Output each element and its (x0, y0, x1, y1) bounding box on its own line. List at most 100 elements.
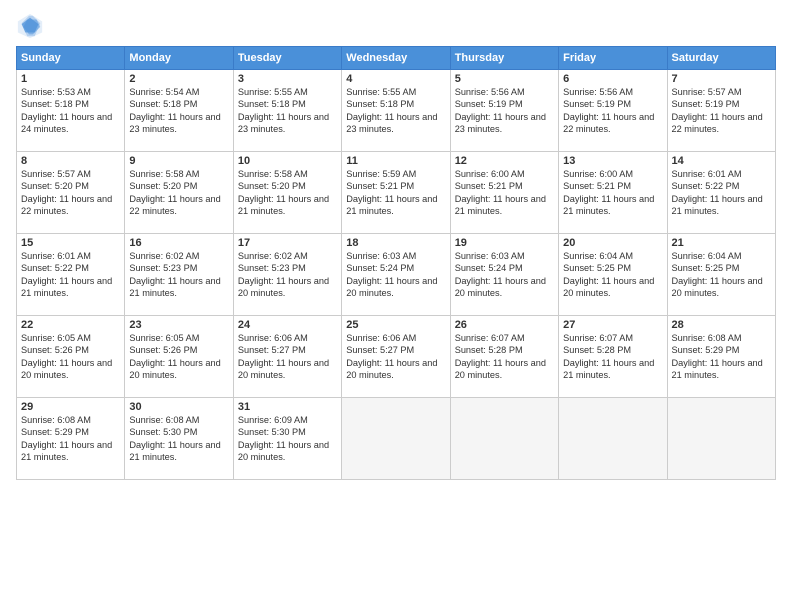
day-number: 7 (672, 73, 771, 85)
day-info: Sunrise: 6:08 AMSunset: 5:30 PMDaylight:… (129, 414, 228, 464)
day-info: Sunrise: 6:07 AMSunset: 5:28 PMDaylight:… (563, 332, 662, 382)
day-cell: 18 Sunrise: 6:03 AMSunset: 5:24 PMDaylig… (342, 234, 450, 316)
logo (16, 12, 48, 40)
day-info: Sunrise: 6:06 AMSunset: 5:27 PMDaylight:… (346, 332, 445, 382)
day-cell: 28 Sunrise: 6:08 AMSunset: 5:29 PMDaylig… (667, 316, 775, 398)
day-number: 2 (129, 73, 228, 85)
day-number: 18 (346, 237, 445, 249)
day-cell: 12 Sunrise: 6:00 AMSunset: 5:21 PMDaylig… (450, 152, 558, 234)
day-info: Sunrise: 5:56 AMSunset: 5:19 PMDaylight:… (455, 86, 554, 136)
day-cell: 14 Sunrise: 6:01 AMSunset: 5:22 PMDaylig… (667, 152, 775, 234)
day-info: Sunrise: 5:53 AMSunset: 5:18 PMDaylight:… (21, 86, 120, 136)
day-cell: 25 Sunrise: 6:06 AMSunset: 5:27 PMDaylig… (342, 316, 450, 398)
day-info: Sunrise: 5:55 AMSunset: 5:18 PMDaylight:… (238, 86, 337, 136)
day-cell: 17 Sunrise: 6:02 AMSunset: 5:23 PMDaylig… (233, 234, 341, 316)
day-cell: 27 Sunrise: 6:07 AMSunset: 5:28 PMDaylig… (559, 316, 667, 398)
day-cell: 3 Sunrise: 5:55 AMSunset: 5:18 PMDayligh… (233, 70, 341, 152)
day-cell: 26 Sunrise: 6:07 AMSunset: 5:28 PMDaylig… (450, 316, 558, 398)
day-info: Sunrise: 6:00 AMSunset: 5:21 PMDaylight:… (455, 168, 554, 218)
day-number: 28 (672, 319, 771, 331)
col-header-sunday: Sunday (17, 47, 125, 70)
day-info: Sunrise: 6:05 AMSunset: 5:26 PMDaylight:… (129, 332, 228, 382)
day-number: 29 (21, 401, 120, 413)
header-row: SundayMondayTuesdayWednesdayThursdayFrid… (17, 47, 776, 70)
day-info: Sunrise: 5:55 AMSunset: 5:18 PMDaylight:… (346, 86, 445, 136)
day-cell (450, 398, 558, 480)
day-cell (342, 398, 450, 480)
day-info: Sunrise: 6:05 AMSunset: 5:26 PMDaylight:… (21, 332, 120, 382)
day-number: 21 (672, 237, 771, 249)
col-header-friday: Friday (559, 47, 667, 70)
day-info: Sunrise: 5:58 AMSunset: 5:20 PMDaylight:… (129, 168, 228, 218)
day-info: Sunrise: 6:03 AMSunset: 5:24 PMDaylight:… (455, 250, 554, 300)
day-cell: 19 Sunrise: 6:03 AMSunset: 5:24 PMDaylig… (450, 234, 558, 316)
day-cell: 16 Sunrise: 6:02 AMSunset: 5:23 PMDaylig… (125, 234, 233, 316)
day-info: Sunrise: 6:00 AMSunset: 5:21 PMDaylight:… (563, 168, 662, 218)
day-number: 9 (129, 155, 228, 167)
day-number: 31 (238, 401, 337, 413)
day-cell: 1 Sunrise: 5:53 AMSunset: 5:18 PMDayligh… (17, 70, 125, 152)
day-number: 17 (238, 237, 337, 249)
day-cell: 31 Sunrise: 6:09 AMSunset: 5:30 PMDaylig… (233, 398, 341, 480)
day-info: Sunrise: 6:01 AMSunset: 5:22 PMDaylight:… (672, 168, 771, 218)
day-cell: 8 Sunrise: 5:57 AMSunset: 5:20 PMDayligh… (17, 152, 125, 234)
day-number: 27 (563, 319, 662, 331)
day-number: 23 (129, 319, 228, 331)
day-number: 12 (455, 155, 554, 167)
col-header-tuesday: Tuesday (233, 47, 341, 70)
day-number: 5 (455, 73, 554, 85)
day-info: Sunrise: 5:56 AMSunset: 5:19 PMDaylight:… (563, 86, 662, 136)
day-cell (559, 398, 667, 480)
day-cell: 30 Sunrise: 6:08 AMSunset: 5:30 PMDaylig… (125, 398, 233, 480)
day-cell (667, 398, 775, 480)
day-info: Sunrise: 6:03 AMSunset: 5:24 PMDaylight:… (346, 250, 445, 300)
day-number: 19 (455, 237, 554, 249)
day-number: 24 (238, 319, 337, 331)
day-cell: 29 Sunrise: 6:08 AMSunset: 5:29 PMDaylig… (17, 398, 125, 480)
logo-icon (16, 12, 44, 40)
day-number: 26 (455, 319, 554, 331)
day-cell: 10 Sunrise: 5:58 AMSunset: 5:20 PMDaylig… (233, 152, 341, 234)
day-info: Sunrise: 5:57 AMSunset: 5:19 PMDaylight:… (672, 86, 771, 136)
day-info: Sunrise: 6:02 AMSunset: 5:23 PMDaylight:… (129, 250, 228, 300)
day-number: 16 (129, 237, 228, 249)
day-number: 14 (672, 155, 771, 167)
col-header-monday: Monday (125, 47, 233, 70)
day-number: 4 (346, 73, 445, 85)
day-info: Sunrise: 6:01 AMSunset: 5:22 PMDaylight:… (21, 250, 120, 300)
day-cell: 24 Sunrise: 6:06 AMSunset: 5:27 PMDaylig… (233, 316, 341, 398)
day-cell: 15 Sunrise: 6:01 AMSunset: 5:22 PMDaylig… (17, 234, 125, 316)
day-number: 15 (21, 237, 120, 249)
day-info: Sunrise: 5:54 AMSunset: 5:18 PMDaylight:… (129, 86, 228, 136)
day-info: Sunrise: 5:59 AMSunset: 5:21 PMDaylight:… (346, 168, 445, 218)
day-cell: 22 Sunrise: 6:05 AMSunset: 5:26 PMDaylig… (17, 316, 125, 398)
day-number: 3 (238, 73, 337, 85)
page-container: SundayMondayTuesdayWednesdayThursdayFrid… (0, 0, 792, 488)
day-cell: 23 Sunrise: 6:05 AMSunset: 5:26 PMDaylig… (125, 316, 233, 398)
day-info: Sunrise: 6:02 AMSunset: 5:23 PMDaylight:… (238, 250, 337, 300)
day-info: Sunrise: 6:06 AMSunset: 5:27 PMDaylight:… (238, 332, 337, 382)
day-info: Sunrise: 6:07 AMSunset: 5:28 PMDaylight:… (455, 332, 554, 382)
day-number: 13 (563, 155, 662, 167)
day-info: Sunrise: 6:08 AMSunset: 5:29 PMDaylight:… (672, 332, 771, 382)
calendar-table: SundayMondayTuesdayWednesdayThursdayFrid… (16, 46, 776, 480)
day-number: 25 (346, 319, 445, 331)
week-row-3: 15 Sunrise: 6:01 AMSunset: 5:22 PMDaylig… (17, 234, 776, 316)
day-cell: 13 Sunrise: 6:00 AMSunset: 5:21 PMDaylig… (559, 152, 667, 234)
day-cell: 4 Sunrise: 5:55 AMSunset: 5:18 PMDayligh… (342, 70, 450, 152)
day-number: 20 (563, 237, 662, 249)
day-cell: 5 Sunrise: 5:56 AMSunset: 5:19 PMDayligh… (450, 70, 558, 152)
day-number: 1 (21, 73, 120, 85)
day-cell: 6 Sunrise: 5:56 AMSunset: 5:19 PMDayligh… (559, 70, 667, 152)
week-row-4: 22 Sunrise: 6:05 AMSunset: 5:26 PMDaylig… (17, 316, 776, 398)
day-number: 10 (238, 155, 337, 167)
day-cell: 11 Sunrise: 5:59 AMSunset: 5:21 PMDaylig… (342, 152, 450, 234)
col-header-thursday: Thursday (450, 47, 558, 70)
header (16, 12, 776, 40)
day-cell: 20 Sunrise: 6:04 AMSunset: 5:25 PMDaylig… (559, 234, 667, 316)
day-info: Sunrise: 6:08 AMSunset: 5:29 PMDaylight:… (21, 414, 120, 464)
day-number: 8 (21, 155, 120, 167)
day-info: Sunrise: 6:04 AMSunset: 5:25 PMDaylight:… (563, 250, 662, 300)
day-number: 11 (346, 155, 445, 167)
day-info: Sunrise: 6:04 AMSunset: 5:25 PMDaylight:… (672, 250, 771, 300)
